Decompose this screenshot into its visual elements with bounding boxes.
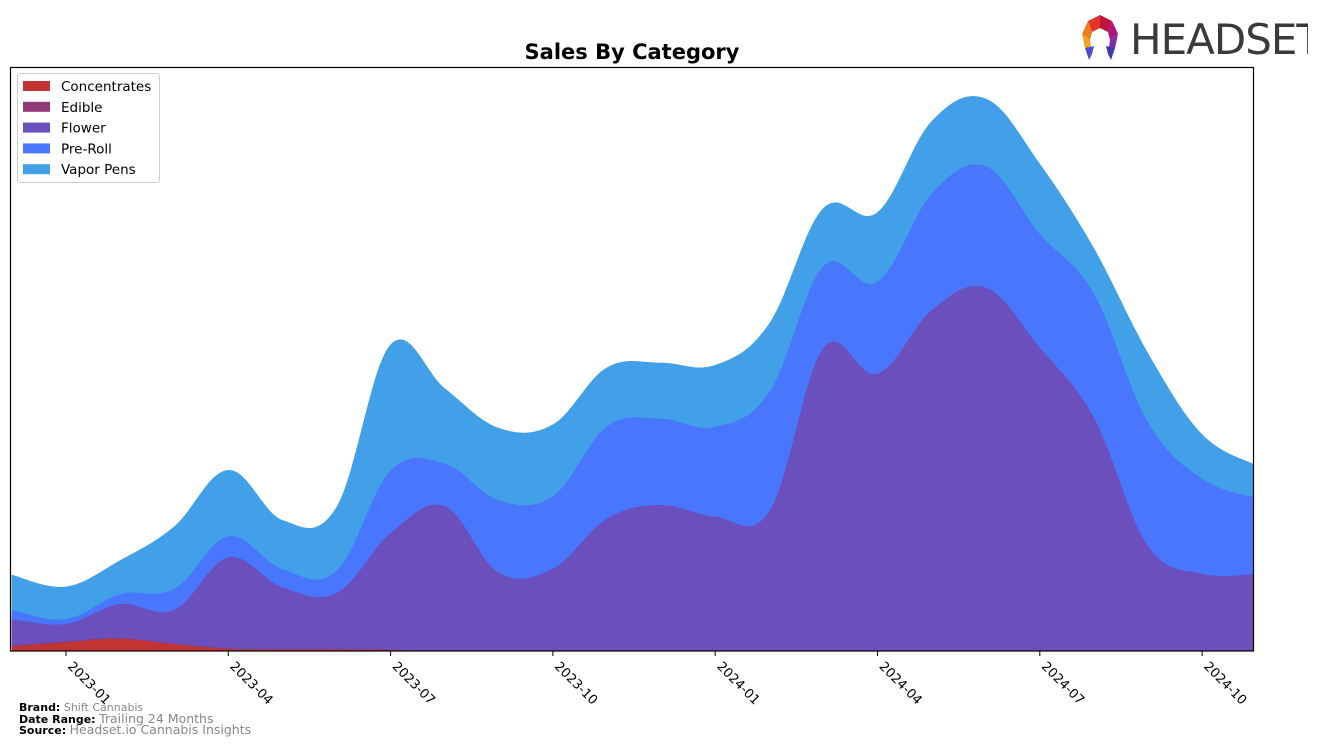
legend-swatch-flower bbox=[23, 122, 50, 133]
legend-label-pre-roll: Pre-Roll bbox=[61, 141, 112, 157]
source-value: Headset.io Cannabis Insights bbox=[69, 722, 252, 737]
legend-label-flower: Flower bbox=[61, 121, 106, 137]
legend-swatch-pre-roll bbox=[23, 143, 50, 154]
chart-title: Sales By Category bbox=[525, 40, 740, 64]
x-tick-label: 2024-01 bbox=[713, 659, 762, 708]
legend: Concentrates Edible Flower Pre-Roll Vapor Pe… bbox=[17, 73, 160, 183]
legend-label-concentrates: Concentrates bbox=[61, 79, 151, 95]
legend-swatch-concentrates bbox=[23, 81, 50, 91]
source-label: Source: bbox=[19, 724, 67, 737]
x-tick-label: 2023-04 bbox=[226, 659, 275, 708]
x-tick-label: 2024-10 bbox=[1200, 659, 1249, 708]
x-tick-label: 2023-10 bbox=[551, 659, 600, 708]
stacked-areas bbox=[11, 96, 1253, 651]
footer-source: Source: Headset.io Cannabis Insights bbox=[19, 722, 252, 737]
logo-wordmark: HEADSET bbox=[1130, 15, 1308, 64]
legend-label-edible: Edible bbox=[61, 100, 102, 116]
sales-by-category-chart: Sales By Category 2023-01 2023-04 2023-07 2… bbox=[9, 40, 1255, 708]
headset-logo: HEADSET bbox=[1082, 15, 1308, 64]
headset-hexagon-logo-icon bbox=[1082, 15, 1118, 60]
x-tick-label: 2024-07 bbox=[1038, 659, 1087, 708]
x-tick-label: 2024-04 bbox=[876, 659, 925, 708]
legend-swatch-edible bbox=[23, 101, 50, 112]
x-tick-label: 2023-07 bbox=[389, 659, 438, 708]
legend-swatch-vapor-pens bbox=[23, 164, 50, 175]
x-axis: 2023-01 2023-04 2023-07 2023-10 2024-01 2024-… bbox=[64, 651, 1249, 708]
legend-label-vapor-pens: Vapor Pens bbox=[61, 162, 136, 178]
